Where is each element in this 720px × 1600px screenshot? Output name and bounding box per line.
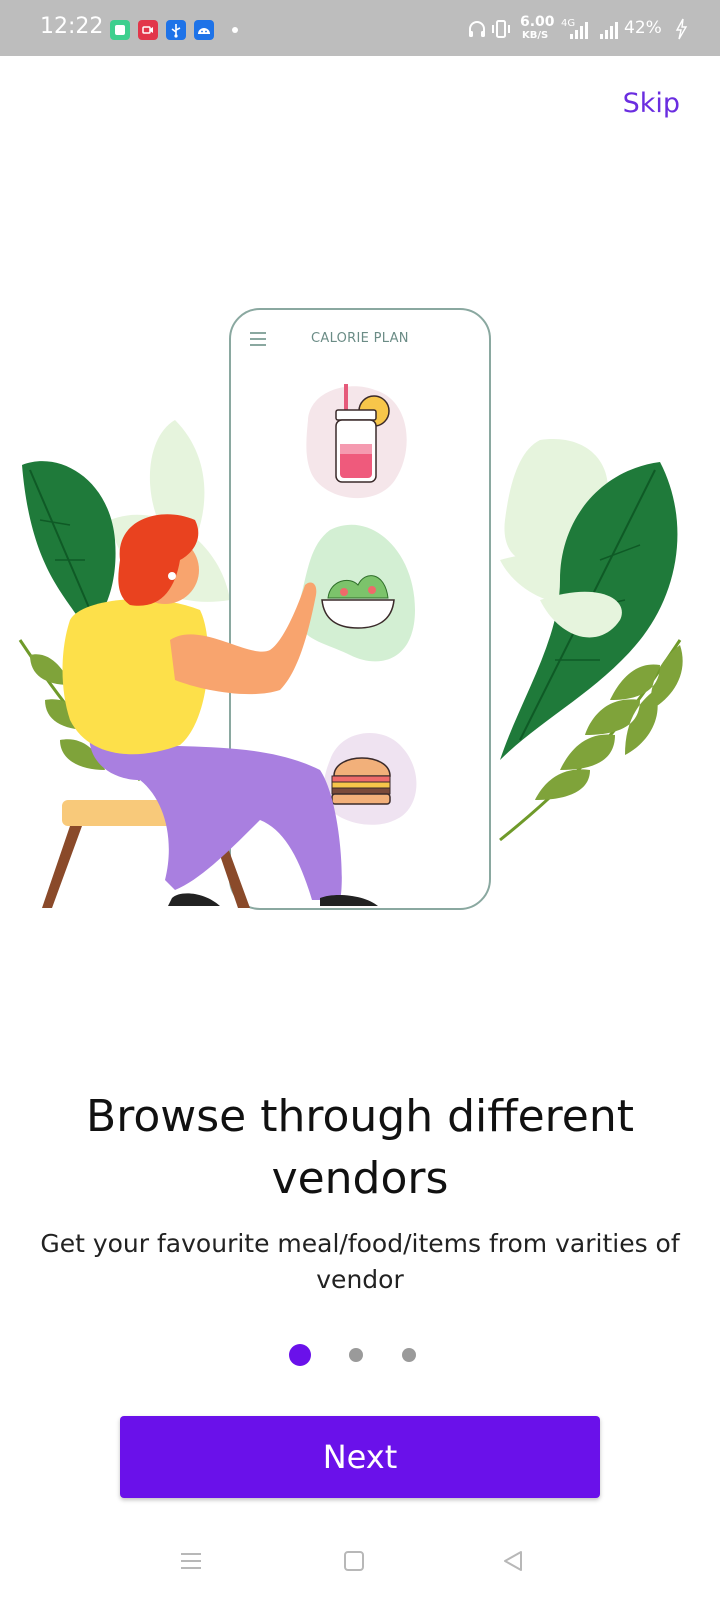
- signal-icon: [598, 20, 620, 44]
- skip-button[interactable]: Skip: [623, 88, 680, 119]
- notification-dot: [232, 27, 238, 33]
- recents-icon[interactable]: [180, 1550, 202, 1576]
- page-dot-3: [402, 1348, 416, 1362]
- notes-app-icon: [110, 20, 130, 40]
- battery-charging-icon: [674, 18, 688, 44]
- usb-icon: [166, 20, 186, 40]
- speed-unit: KB/S: [522, 30, 549, 41]
- onboarding-headline: Browse through different vendors: [86, 1091, 634, 1204]
- status-indicators: 6.00 KB/S 4G 42%: [420, 0, 720, 56]
- signal-icon: [568, 20, 590, 44]
- back-icon[interactable]: [502, 1550, 524, 1576]
- speed-value: 6.00: [520, 14, 555, 30]
- status-time: 12:22: [40, 14, 104, 39]
- headphones-icon: [466, 18, 488, 44]
- vibrate-icon: [490, 18, 512, 44]
- page-dot-2: [349, 1348, 363, 1362]
- home-icon[interactable]: [343, 1550, 365, 1576]
- next-button[interactable]: Next: [120, 1416, 600, 1498]
- android-icon: [194, 20, 214, 40]
- system-nav-bar: [0, 1532, 720, 1600]
- screen-record-icon: [138, 20, 158, 40]
- onboarding-illustration: CALORIE PLAN: [0, 300, 720, 930]
- status-bar: 12:22 6.00 KB/S 4G 42%: [0, 0, 720, 56]
- page-dot-1: [289, 1344, 311, 1366]
- battery-percent: 42%: [624, 18, 662, 38]
- phone-screen-title: CALORIE PLAN: [311, 331, 409, 346]
- onboarding-subline: Get your favourite meal/food/items from …: [40, 1229, 680, 1294]
- page-indicator: [0, 1344, 720, 1366]
